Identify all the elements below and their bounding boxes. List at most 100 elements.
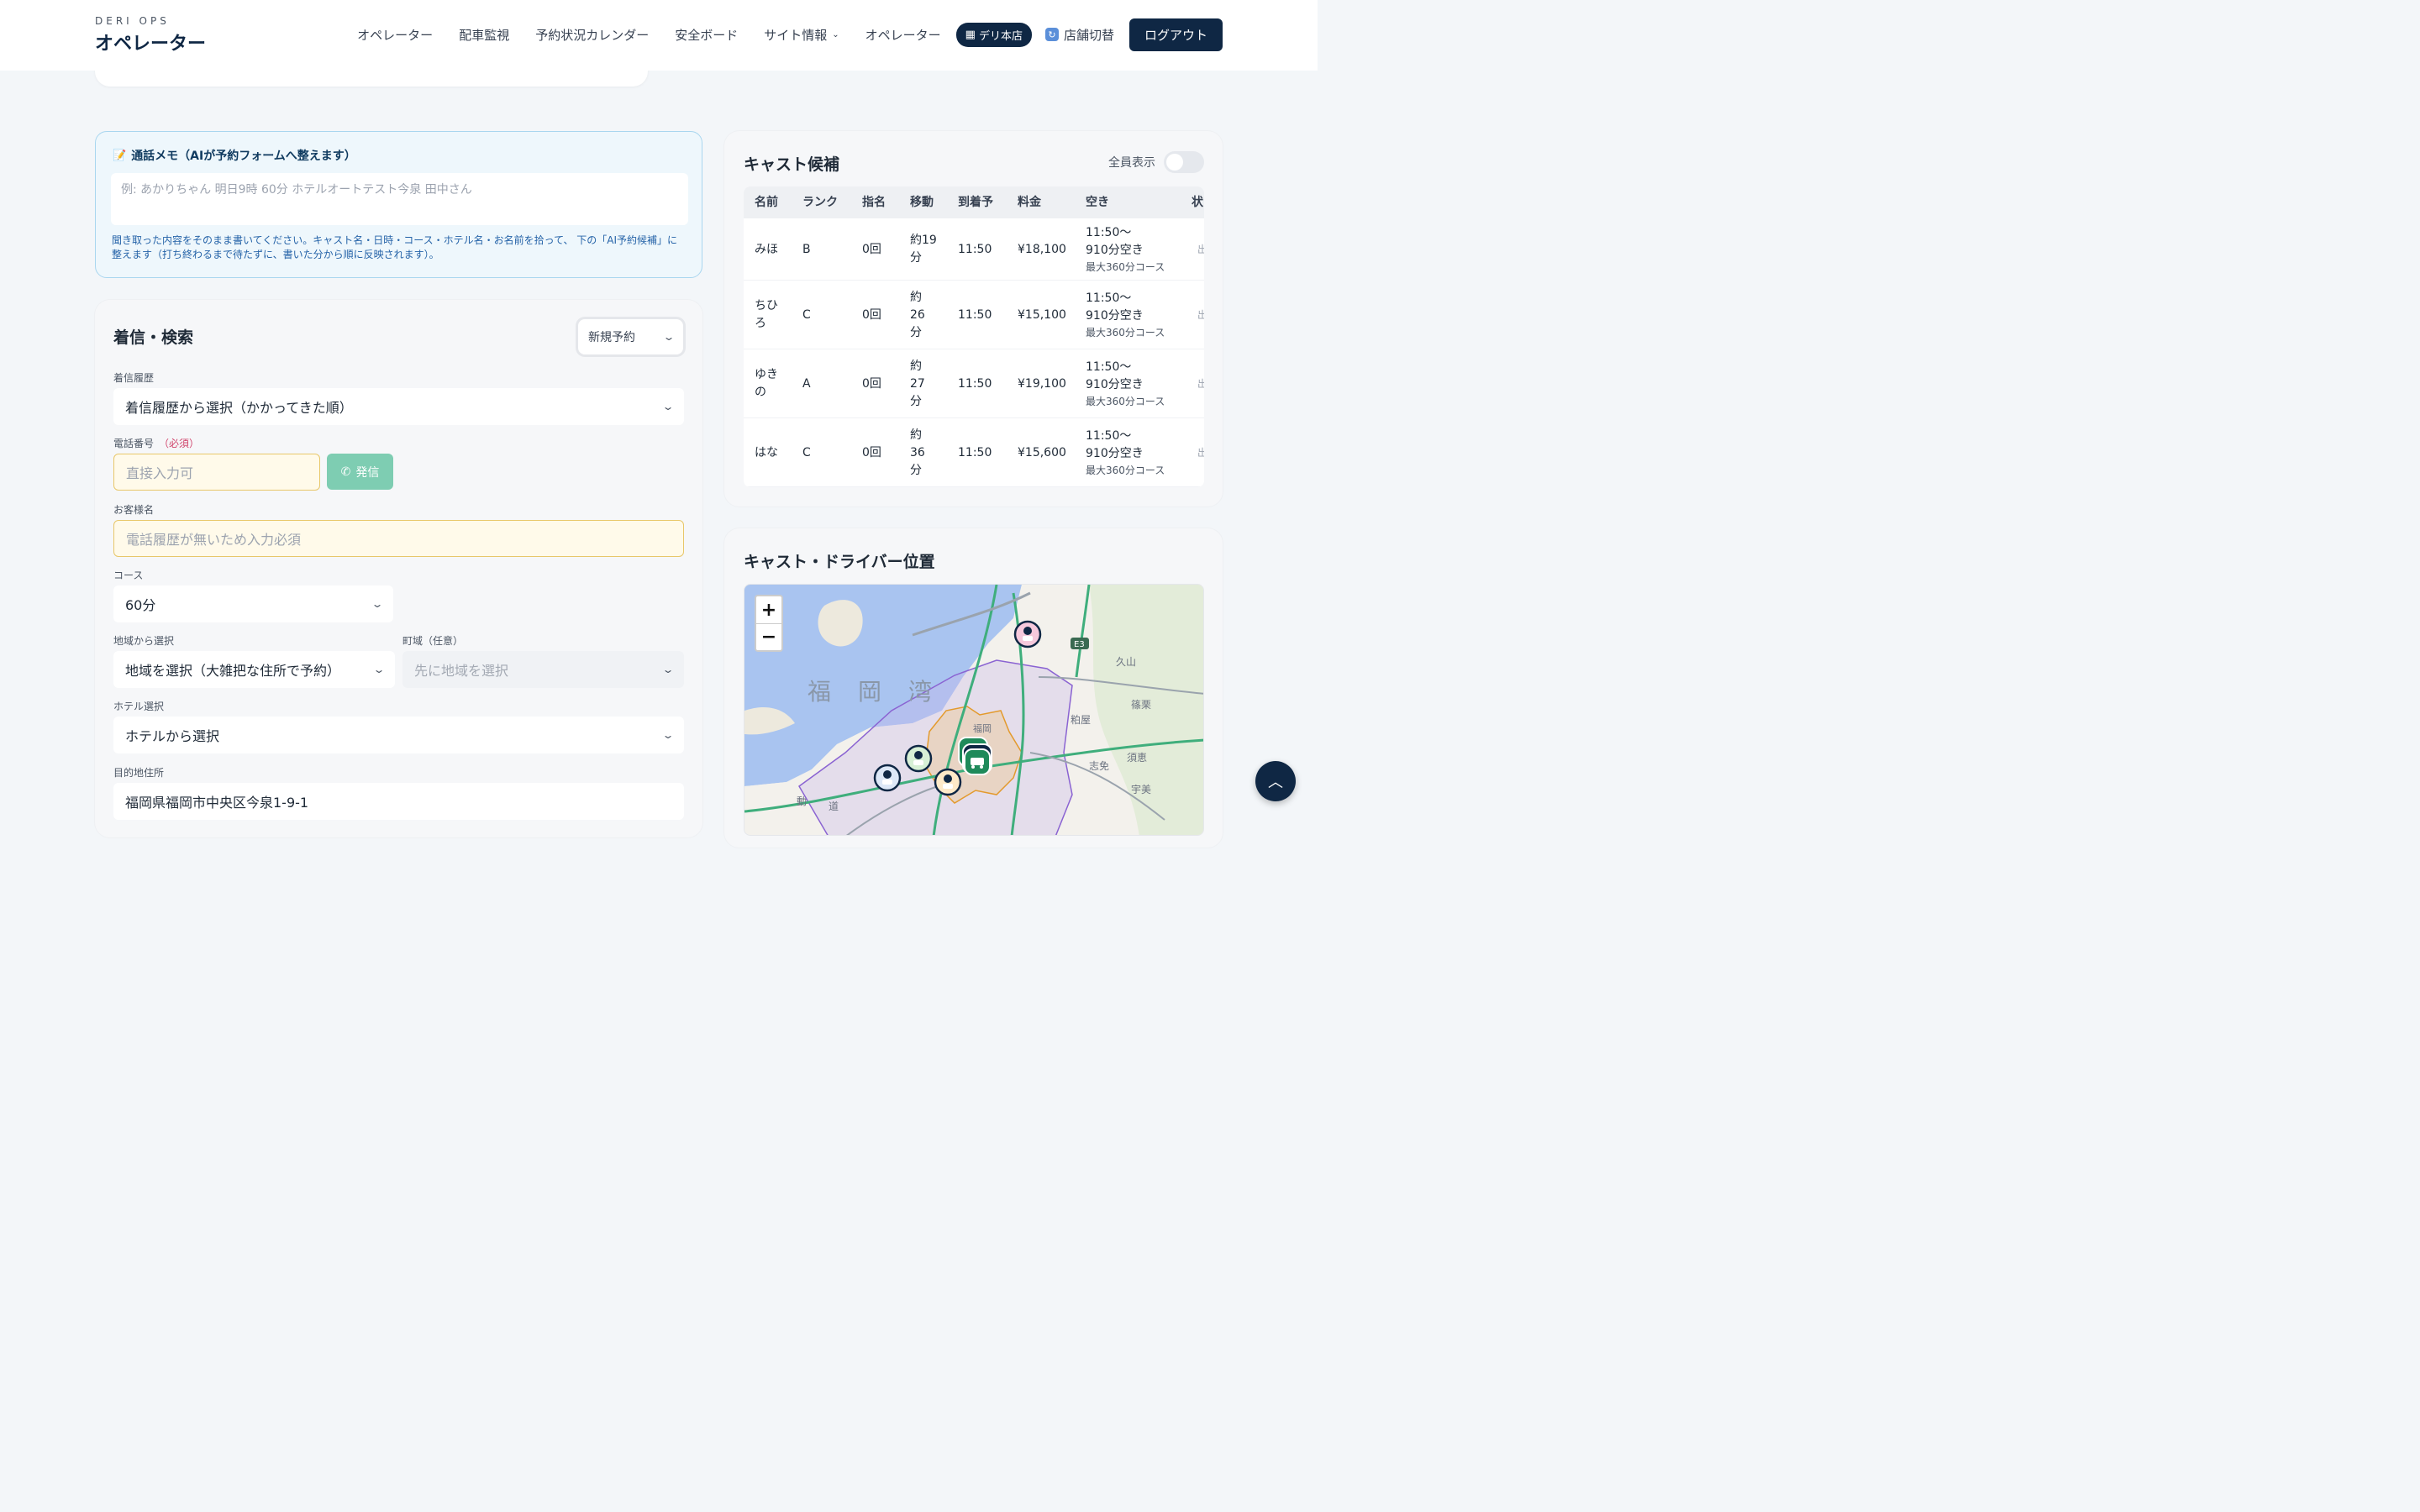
map-label: 宇美 (1131, 784, 1151, 795)
cell-line: 36 (910, 445, 925, 459)
town-select[interactable]: 先に地域を選択 ⌄ (402, 651, 684, 688)
address-input[interactable]: 福岡県福岡市中央区今泉1-9-1 (113, 783, 684, 820)
driver-marker[interactable] (958, 737, 992, 775)
map-label: 道 (829, 801, 839, 812)
store-icon: ▦ (965, 28, 976, 41)
phone-input[interactable]: 直接入力可 (113, 454, 320, 491)
call-memo-title-text: 通話メモ（AIが予約フォームへ整えます） (131, 150, 356, 163)
col-name[interactable]: 名前 (755, 186, 778, 218)
hotel-select-value: ホテルから選択 (125, 728, 220, 744)
cast-nominated-cell: 0回 (862, 445, 881, 459)
show-all-toggle[interactable] (1164, 151, 1204, 173)
switch-store-label: 店舗切替 (1063, 27, 1114, 43)
col-rank[interactable]: ランク (802, 186, 838, 218)
area-select-value: 地域を選択（大雑把な住所で予約） (125, 663, 341, 679)
refresh-icon: ↻ (1044, 28, 1059, 41)
logout-button[interactable]: ログアウト (1128, 18, 1223, 51)
col-move[interactable]: 移動 (910, 186, 934, 218)
cast-rank-cell: C (802, 445, 811, 459)
map-label: 動 (797, 795, 807, 807)
cast-nominated-cell: 0回 (862, 307, 881, 322)
location-map[interactable]: 福 岡 湾 E3 久山 篠栗 粕屋 志免 須恵 宇美 福岡 動 道 + − (744, 584, 1204, 836)
nav-reservation-calendar[interactable]: 予約状況カレンダー (535, 26, 649, 44)
cell-line: みほ (755, 242, 778, 256)
nav-operator[interactable]: オペレーター (357, 26, 433, 44)
switch-store-button[interactable]: ↻ 店舗切替 (1044, 26, 1114, 44)
cell-line: 約 (910, 359, 922, 373)
cast-nominated-cell: 0回 (862, 376, 881, 391)
free-time-line: 910分空き (1086, 244, 1144, 257)
cast-free-cell: 11:50〜 910分空き 最大360分コース (1086, 359, 1165, 409)
call-button[interactable]: ✆ 発信 (327, 454, 393, 490)
cell-line: 約19 (910, 234, 937, 247)
col-nominated[interactable]: 指名 (862, 186, 886, 218)
cast-marker[interactable] (873, 764, 902, 792)
call-memo-textarea[interactable] (111, 173, 688, 225)
cast-marker[interactable] (904, 744, 933, 773)
nav-dispatch-monitor[interactable]: 配車監視 (459, 26, 509, 44)
map-label: 福 (808, 678, 831, 706)
cell-line: はな (755, 445, 778, 459)
cast-arrival-cell: 11:50 (958, 307, 992, 322)
map-label: 岡 (858, 678, 881, 706)
cast-marker[interactable] (1013, 620, 1042, 648)
map-label: 久山 (1116, 656, 1136, 668)
brand-title: オペレーター (95, 34, 207, 55)
map-label: 湾 (908, 678, 932, 706)
map-zoom-control: + − (755, 595, 783, 652)
cast-table-row[interactable]: ちひろ C 0回 約 26 分 11:50 ¥15,100 11:50〜 910分空き 最大360分… (744, 281, 1204, 349)
customer-name-input[interactable]: 電話履歴が無いため入力必須 (113, 520, 684, 557)
brand[interactable]: DERI OPS オペレーター (95, 15, 206, 55)
chevron-down-icon: ⌄ (832, 29, 839, 39)
nav-operator-2[interactable]: オペレーター (865, 26, 941, 44)
free-time-line: 910分空き (1086, 309, 1144, 323)
col-free[interactable]: 空き (1086, 186, 1109, 218)
current-store-badge[interactable]: ▦ デリ本店 (955, 22, 1032, 47)
nav-safety-board[interactable]: 安全ボード (675, 26, 738, 44)
cast-fee-cell: ¥15,600 (1018, 445, 1066, 459)
cast-table-row[interactable]: みほ B 0回 約19 分 11:50 ¥18,100 11:50〜 910分空き 最大360分コ… (744, 218, 1204, 281)
cast-status-cell: 出 (1197, 243, 1204, 255)
cast-table-row[interactable]: ゆきの A 0回 約 27 分 11:50 ¥19,100 11:50〜 910分空き 最大360分… (744, 349, 1204, 418)
free-time-line: 910分空き (1086, 447, 1144, 460)
cast-status-cell: 出 (1197, 308, 1204, 321)
cast-table-row[interactable]: はな C 0回 約 36 分 11:50 ¥15,600 11:50〜 910分空き 最大360分コ… (744, 418, 1204, 487)
memo-icon: 📝 (113, 149, 127, 162)
cell-line: 27 (910, 376, 925, 391)
cast-fee-cell: ¥18,100 (1018, 242, 1066, 256)
nav-site-info[interactable]: サイト情報 ⌄ (764, 26, 839, 44)
col-arrival[interactable]: 到着予 (958, 186, 993, 218)
island (818, 600, 863, 647)
cast-arrival-cell: 11:50 (958, 445, 992, 459)
cast-status-cell: 出 (1197, 446, 1204, 459)
chevron-down-icon: ⌄ (371, 598, 384, 610)
nav-site-info-label: サイト情報 (764, 27, 828, 43)
cast-move-cell: 約 26 分 (910, 289, 925, 342)
free-time-line: 11:50〜 (1086, 291, 1132, 305)
phone-icon: ✆ (340, 465, 351, 479)
free-time-line: 11:50〜 (1086, 429, 1132, 443)
required-mark: （必須） (159, 438, 200, 449)
chevron-down-icon: ⌄ (662, 331, 676, 343)
cell-line: 分 (910, 394, 922, 408)
col-status[interactable]: 状 (1192, 186, 1203, 218)
col-fee[interactable]: 料金 (1018, 186, 1041, 218)
call-button-label: 発信 (355, 465, 380, 480)
zoom-in-button[interactable]: + (756, 596, 781, 623)
cast-status-cell: 出 (1197, 377, 1204, 390)
history-select[interactable]: 着信履歴から選択（かかってきた順） ⌄ (113, 388, 684, 425)
incoming-search-title: 着信・検索 (113, 328, 194, 347)
chevron-down-icon: ⌄ (661, 729, 675, 741)
cell-line: ちひ (755, 299, 778, 312)
chevron-down-icon: ⌄ (661, 664, 675, 675)
scroll-to-top-button[interactable]: ︿ (1255, 761, 1296, 801)
course-label: コース (113, 570, 144, 581)
show-all-label: 全員表示 (1108, 156, 1155, 170)
zoom-out-button[interactable]: − (756, 623, 781, 650)
reservation-mode-select[interactable]: 新規予約 ⌄ (578, 319, 683, 354)
hotel-select[interactable]: ホテルから選択 ⌄ (113, 717, 684, 753)
course-select[interactable]: 60分 ⌄ (113, 585, 393, 622)
cast-marker[interactable] (934, 768, 962, 796)
area-select[interactable]: 地域を選択（大雑把な住所で予約） ⌄ (113, 651, 395, 688)
area-label: 地域から選択 (113, 635, 175, 647)
